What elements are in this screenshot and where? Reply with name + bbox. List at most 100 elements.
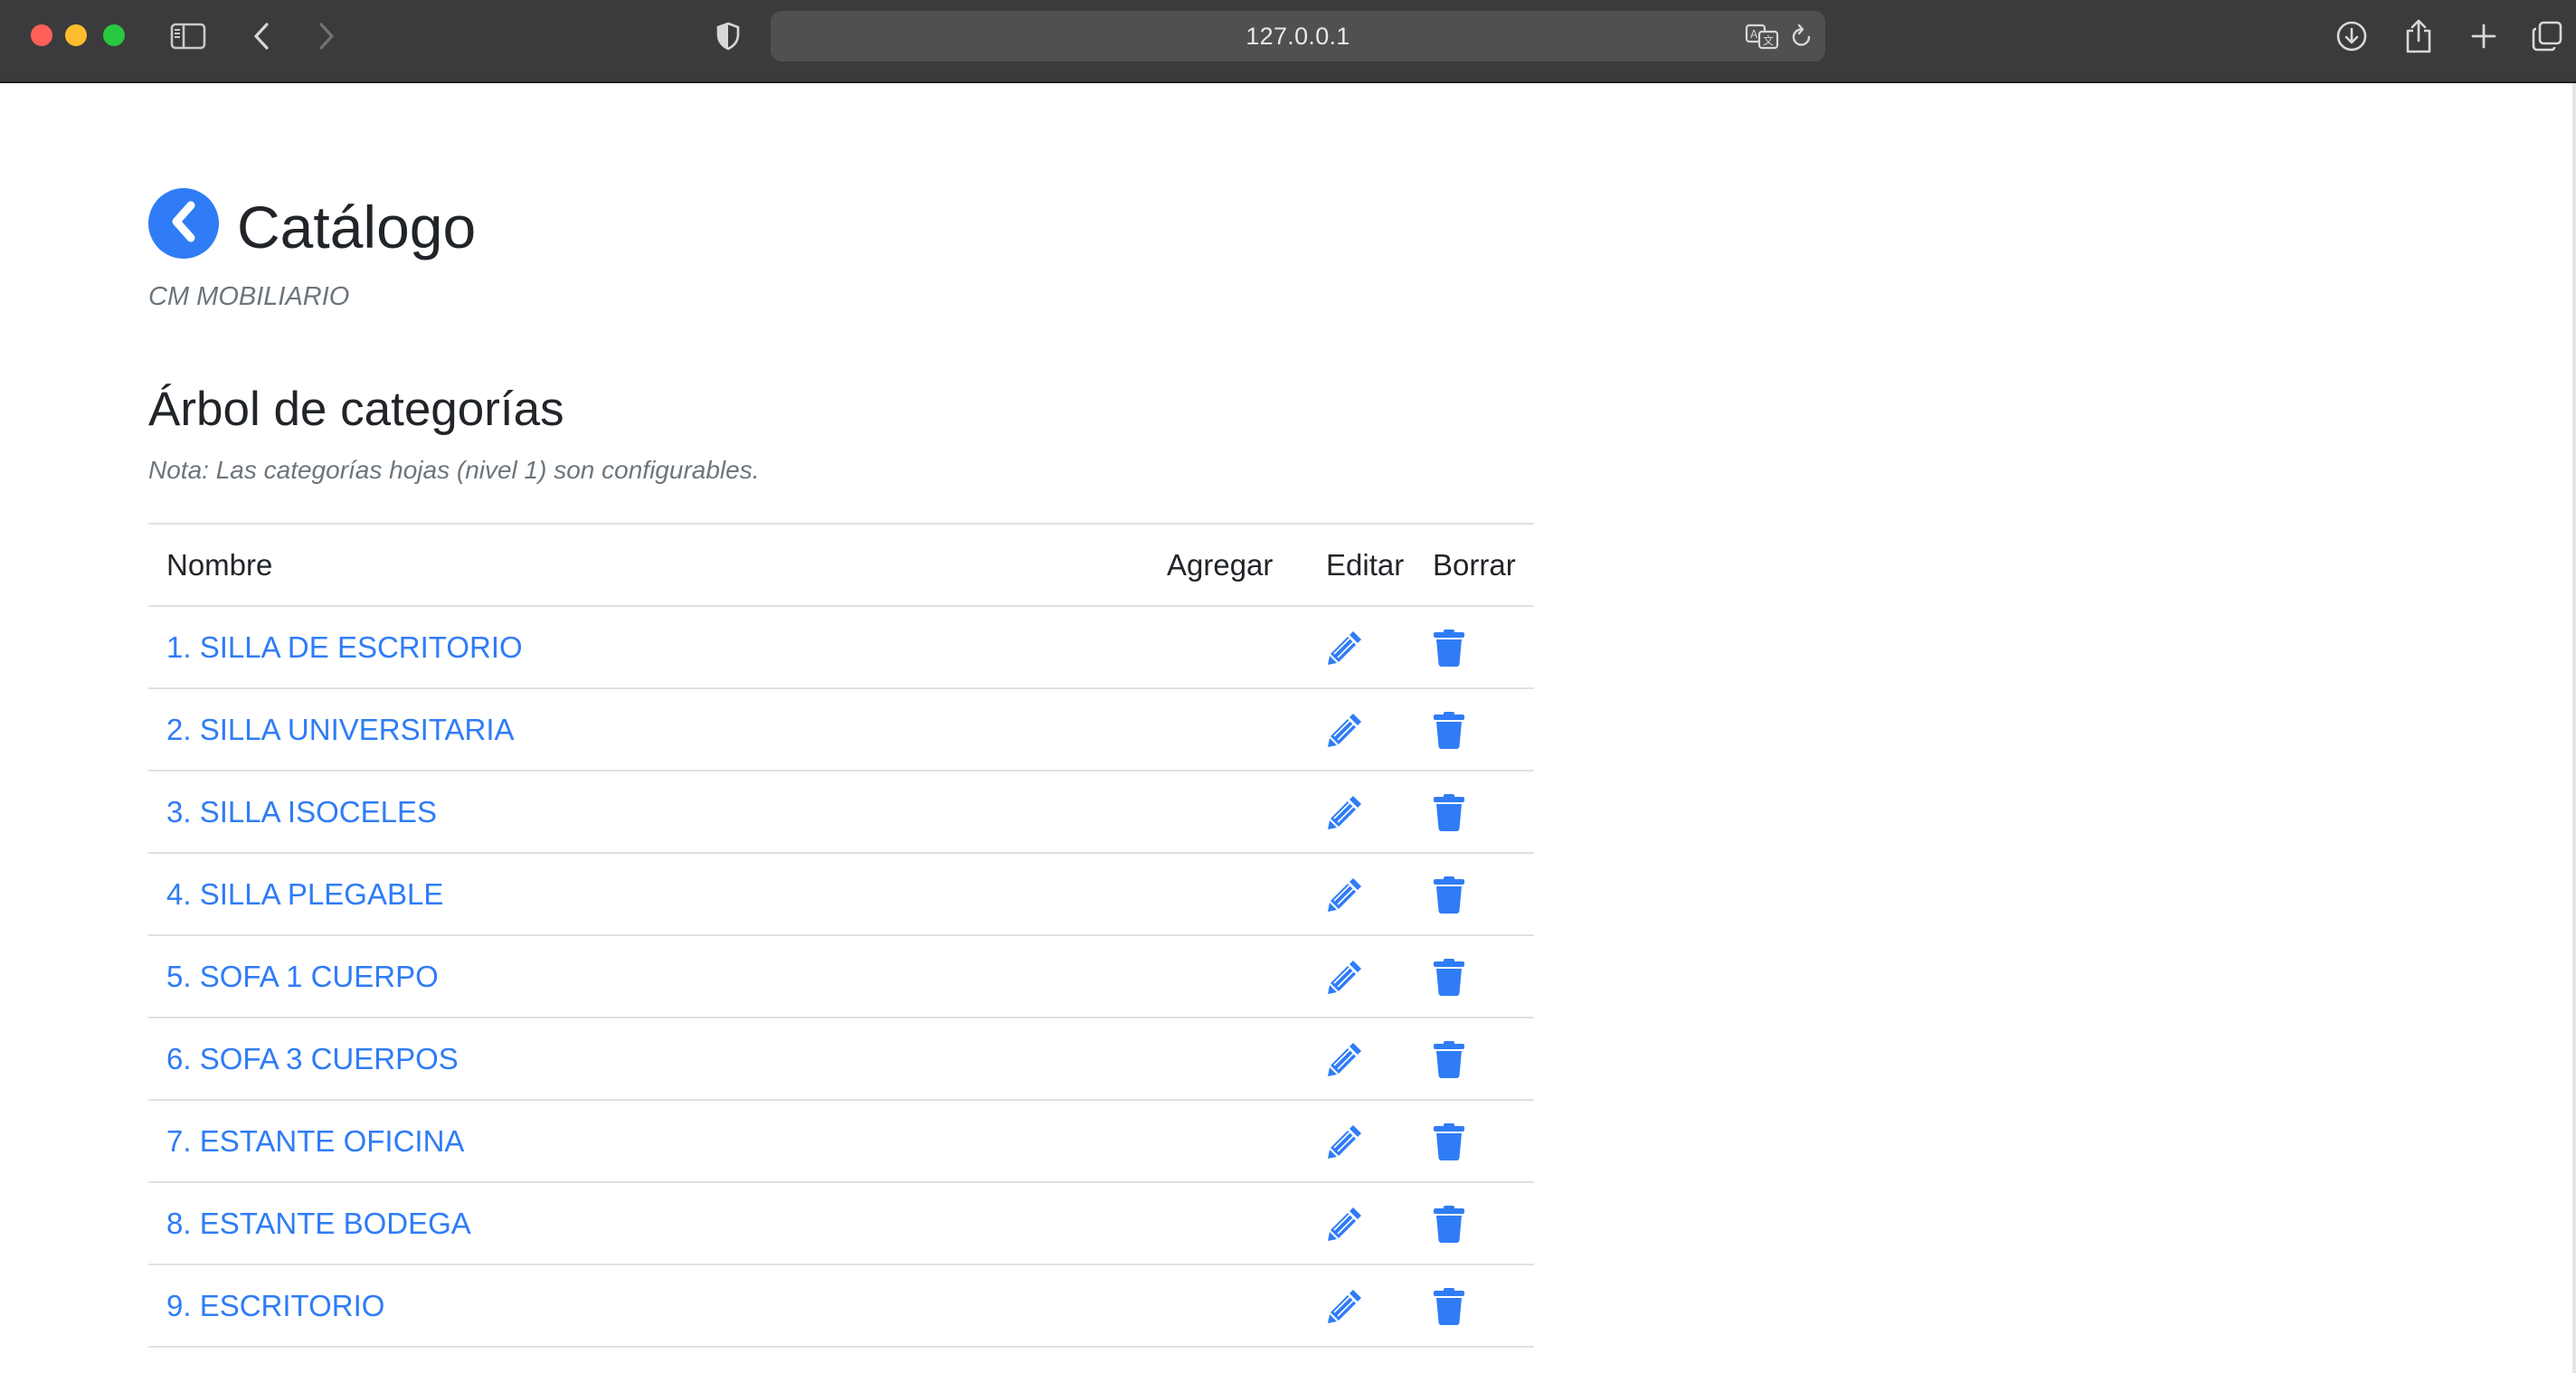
edit-cell <box>1308 1181 1415 1264</box>
delete-cell <box>1415 934 1534 1018</box>
url-text[interactable]: 127.0.0.1 <box>771 11 1825 62</box>
address-bar[interactable]: 127.0.0.1 A文 <box>771 11 1825 62</box>
category-link-2[interactable]: 2. SILLA UNIVERSITARIA <box>166 713 515 746</box>
zoom-window-button[interactable] <box>103 24 125 46</box>
category-link-3[interactable]: 3. SILLA ISOCELES <box>166 795 437 829</box>
column-header-add: Agregar <box>1149 523 1308 606</box>
pencil-icon[interactable] <box>1326 1122 1364 1160</box>
add-cell <box>1149 1181 1308 1264</box>
pencil-icon[interactable] <box>1326 711 1364 749</box>
category-name-cell: 9. ESCRITORIO <box>148 1264 1149 1348</box>
browser-toolbar: 127.0.0.1 A文 <box>0 0 2576 83</box>
delete-cell <box>1415 1181 1534 1264</box>
add-cell <box>1149 852 1308 935</box>
table-row: 7. ESTANTE OFICINA <box>148 1099 1534 1182</box>
edit-cell <box>1308 770 1415 853</box>
chevron-left-circle-icon <box>167 201 200 247</box>
column-header-edit: Editar <box>1308 523 1415 606</box>
download-icon[interactable] <box>2334 16 2370 56</box>
back-button[interactable] <box>148 188 219 259</box>
shield-icon[interactable] <box>715 16 742 56</box>
edit-cell <box>1308 687 1415 771</box>
forward-chevron-icon[interactable] <box>313 16 340 56</box>
category-link-8[interactable]: 8. ESTANTE BODEGA <box>166 1207 471 1240</box>
tabs-overview-icon[interactable] <box>2529 16 2565 56</box>
pencil-icon[interactable] <box>1326 1205 1364 1243</box>
delete-cell <box>1415 770 1534 853</box>
table-row: 6. SOFA 3 CUERPOS <box>148 1017 1534 1100</box>
edit-cell <box>1308 605 1415 688</box>
category-link-9[interactable]: 9. ESCRITORIO <box>166 1289 384 1322</box>
table-row: 2. SILLA UNIVERSITARIA <box>148 687 1534 771</box>
category-name-cell: 6. SOFA 3 CUERPOS <box>148 1017 1149 1100</box>
delete-cell <box>1415 852 1534 935</box>
column-header-delete: Borrar <box>1415 523 1534 606</box>
add-cell <box>1149 605 1308 688</box>
minimize-window-button[interactable] <box>65 24 87 46</box>
category-link-1[interactable]: 1. SILLA DE ESCRITORIO <box>166 630 523 664</box>
edit-cell <box>1308 1017 1415 1100</box>
pencil-icon[interactable] <box>1326 876 1364 914</box>
translate-icon[interactable]: A文 <box>1744 16 1780 56</box>
pencil-icon[interactable] <box>1326 629 1364 667</box>
trash-icon[interactable] <box>1433 958 1465 996</box>
reload-icon[interactable] <box>1787 16 1816 56</box>
delete-cell <box>1415 605 1534 688</box>
category-name-cell: 2. SILLA UNIVERSITARIA <box>148 687 1149 771</box>
category-link-4[interactable]: 4. SILLA PLEGABLE <box>166 877 443 911</box>
section-title: Árbol de categorías <box>148 383 564 436</box>
edit-cell <box>1308 1264 1415 1348</box>
table-row: 1. SILLA DE ESCRITORIO <box>148 605 1534 688</box>
svg-text:A: A <box>1750 28 1758 41</box>
category-name-cell: 8. ESTANTE BODEGA <box>148 1181 1149 1264</box>
trash-icon[interactable] <box>1433 793 1465 831</box>
svg-text:文: 文 <box>1763 33 1774 47</box>
scrollbar-track[interactable] <box>2572 83 2576 1373</box>
add-cell <box>1149 934 1308 1018</box>
delete-cell <box>1415 1264 1534 1348</box>
category-link-5[interactable]: 5. SOFA 1 CUERPO <box>166 960 439 993</box>
table-row: 9. ESCRITORIO <box>148 1264 1534 1348</box>
table-row: 4. SILLA PLEGABLE <box>148 852 1534 935</box>
category-link-7[interactable]: 7. ESTANTE OFICINA <box>166 1124 464 1158</box>
add-cell <box>1149 687 1308 771</box>
category-link-6[interactable]: 6. SOFA 3 CUERPOS <box>166 1042 459 1075</box>
table-header-row: Nombre Agregar Editar Borrar <box>148 523 1534 606</box>
trash-icon[interactable] <box>1433 1287 1465 1325</box>
pencil-icon[interactable] <box>1326 793 1364 831</box>
trash-icon[interactable] <box>1433 876 1465 914</box>
pencil-icon[interactable] <box>1326 958 1364 996</box>
table-row: 8. ESTANTE BODEGA <box>148 1181 1534 1264</box>
share-icon[interactable] <box>2401 16 2437 56</box>
back-chevron-icon[interactable] <box>248 16 275 56</box>
trash-icon[interactable] <box>1433 711 1465 749</box>
close-window-button[interactable] <box>31 24 52 46</box>
column-header-name: Nombre <box>148 523 1149 606</box>
sidebar-icon[interactable] <box>168 16 208 56</box>
page-title: Catálogo <box>237 194 477 260</box>
new-tab-icon[interactable] <box>2466 16 2502 56</box>
category-name-cell: 4. SILLA PLEGABLE <box>148 852 1149 935</box>
delete-cell <box>1415 687 1534 771</box>
add-cell <box>1149 770 1308 853</box>
category-table: Nombre Agregar Editar Borrar 1. SILLA DE… <box>148 523 1534 1348</box>
pencil-icon[interactable] <box>1326 1040 1364 1078</box>
category-name-cell: 7. ESTANTE OFICINA <box>148 1099 1149 1182</box>
category-name-cell: 5. SOFA 1 CUERPO <box>148 934 1149 1018</box>
edit-cell <box>1308 1099 1415 1182</box>
table-row: 5. SOFA 1 CUERPO <box>148 934 1534 1018</box>
add-cell <box>1149 1017 1308 1100</box>
table-body: 1. SILLA DE ESCRITORIO 2. SILLA UNIVERSI… <box>148 605 1534 1348</box>
pencil-icon[interactable] <box>1326 1287 1364 1325</box>
trash-icon[interactable] <box>1433 1122 1465 1160</box>
add-cell <box>1149 1099 1308 1182</box>
section-note: Nota: Las categorías hojas (nivel 1) son… <box>148 456 760 484</box>
trash-icon[interactable] <box>1433 629 1465 667</box>
add-cell <box>1149 1264 1308 1348</box>
delete-cell <box>1415 1017 1534 1100</box>
table-row: 3. SILLA ISOCELES <box>148 770 1534 853</box>
company-subtitle: CM MOBILIARIO <box>148 282 350 311</box>
trash-icon[interactable] <box>1433 1205 1465 1243</box>
trash-icon[interactable] <box>1433 1040 1465 1078</box>
edit-cell <box>1308 934 1415 1018</box>
